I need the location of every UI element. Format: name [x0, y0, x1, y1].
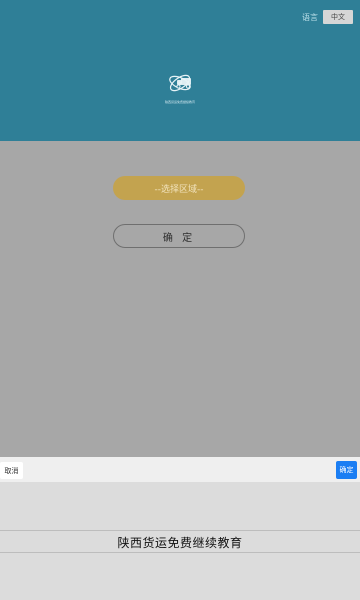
picker-toolbar: 取消 确定: [0, 457, 360, 482]
select-region-button[interactable]: --选择区域--: [113, 176, 245, 200]
picker-ok-button[interactable]: 确定: [336, 461, 357, 479]
picker-cancel-label: 取消: [4, 466, 19, 475]
confirm-button[interactable]: 确 定: [113, 224, 245, 248]
select-region-label: --选择区域--: [154, 184, 204, 195]
language-button-label: 中文: [331, 13, 345, 21]
header-band: 语言 中文 陕西货运免费继续教育: [0, 0, 360, 141]
picker-ok-label: 确定: [339, 466, 354, 474]
truck-atom-logo-icon: [169, 74, 191, 92]
confirm-label: 确 定: [162, 232, 196, 244]
region-picker: 取消 确定 陕西货运免费继续教育: [0, 457, 360, 600]
app-screen: 语言 中文 陕西货运免费继续教育 --选择区域-- 确 定 取消 确定 陕西货运…: [0, 0, 360, 600]
picker-cancel-button[interactable]: 取消: [0, 462, 23, 479]
language-button[interactable]: 中文: [323, 10, 353, 24]
picker-selection-bottom-line: [0, 552, 360, 553]
logo-caption: 陕西货运免费继续教育: [164, 100, 195, 104]
picker-selected-option[interactable]: 陕西货运免费继续教育: [0, 532, 360, 552]
picker-selection-top-line: [0, 530, 360, 531]
picker-wheel[interactable]: 陕西货运免费继续教育: [0, 482, 360, 600]
language-label: 语言: [302, 13, 318, 22]
